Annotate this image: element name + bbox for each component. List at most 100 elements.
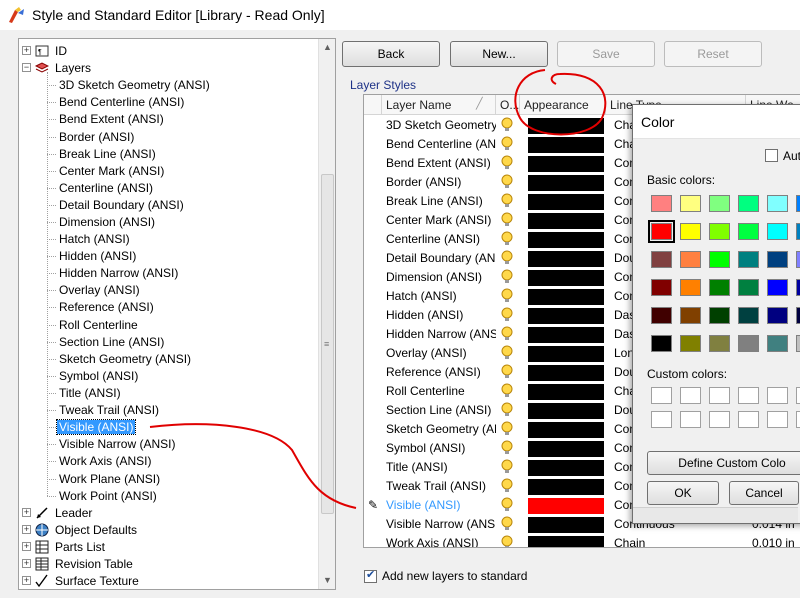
basic-color-swatch[interactable] — [796, 335, 800, 352]
appearance-swatch[interactable] — [528, 536, 604, 547]
lightbulb-icon[interactable] — [500, 231, 514, 247]
table-row[interactable]: Work Axis (ANSI) Chain 0.010 in — [364, 534, 800, 547]
cancel-button[interactable]: Cancel — [729, 481, 799, 505]
lightbulb-icon[interactable] — [500, 307, 514, 323]
appearance-swatch[interactable] — [528, 137, 604, 153]
line-type-cell[interactable]: Chain — [614, 534, 744, 547]
lightbulb-icon[interactable] — [500, 516, 514, 532]
appearance-swatch[interactable] — [528, 517, 604, 533]
basic-color-swatch[interactable] — [767, 195, 788, 212]
appearance-swatch[interactable] — [528, 289, 604, 305]
basic-color-swatch[interactable] — [709, 335, 730, 352]
tree-item-layer[interactable]: Hidden (ANSI) — [57, 247, 138, 264]
collapse-icon[interactable]: − — [22, 63, 31, 72]
basic-color-swatch[interactable] — [680, 307, 701, 324]
basic-color-swatch[interactable] — [680, 195, 701, 212]
custom-color-swatch[interactable] — [680, 411, 701, 428]
tree-item-layer[interactable]: Centerline (ANSI) — [57, 179, 155, 196]
lightbulb-icon[interactable] — [500, 212, 514, 228]
appearance-swatch[interactable] — [528, 175, 604, 191]
expand-icon[interactable]: + — [22, 46, 31, 55]
tree-item-layer[interactable]: Hatch (ANSI) — [57, 230, 132, 247]
save-button[interactable]: Save — [557, 41, 655, 67]
lightbulb-icon[interactable] — [500, 288, 514, 304]
basic-color-swatch[interactable] — [767, 335, 788, 352]
lightbulb-icon[interactable] — [500, 174, 514, 190]
basic-color-swatch[interactable] — [651, 307, 672, 324]
basic-color-swatch[interactable] — [709, 223, 730, 240]
appearance-swatch[interactable] — [528, 346, 604, 362]
lightbulb-icon[interactable] — [500, 402, 514, 418]
expand-icon[interactable]: + — [22, 508, 31, 517]
tree-item-layer[interactable]: Bend Centerline (ANSI) — [57, 93, 186, 110]
basic-color-swatch[interactable] — [796, 307, 800, 324]
custom-color-swatch[interactable] — [767, 411, 788, 428]
tree-node-revision-table[interactable]: + Revision Table — [22, 555, 135, 572]
basic-color-swatch[interactable] — [767, 279, 788, 296]
basic-color-swatch[interactable] — [738, 223, 759, 240]
basic-color-swatch[interactable] — [738, 307, 759, 324]
basic-color-swatch[interactable] — [738, 335, 759, 352]
appearance-swatch[interactable] — [528, 194, 604, 210]
custom-color-swatch[interactable] — [651, 411, 672, 428]
tree-item-layer[interactable]: Section Line (ANSI) — [57, 333, 166, 350]
lightbulb-icon[interactable] — [500, 459, 514, 475]
tree-item-layer[interactable]: Bend Extent (ANSI) — [57, 110, 166, 127]
tree-item-layer[interactable]: Work Axis (ANSI) — [57, 452, 153, 469]
custom-color-swatch[interactable] — [796, 411, 800, 428]
tree-item-layer[interactable]: Work Point (ANSI) — [57, 487, 159, 504]
new-button[interactable]: New... — [450, 41, 548, 67]
lightbulb-icon[interactable] — [500, 155, 514, 171]
lightbulb-icon[interactable] — [500, 478, 514, 494]
appearance-swatch[interactable] — [528, 213, 604, 229]
tree-node-parts-list[interactable]: + Parts List — [22, 538, 107, 555]
lightbulb-icon[interactable] — [500, 250, 514, 266]
appearance-swatch[interactable] — [528, 156, 604, 172]
custom-color-swatch[interactable] — [738, 387, 759, 404]
custom-color-swatch[interactable] — [709, 411, 730, 428]
basic-color-swatch[interactable] — [767, 223, 788, 240]
tree-item-layer[interactable]: Visible Narrow (ANSI) — [57, 435, 177, 452]
tree-node-id[interactable]: + ¶ ID — [22, 42, 69, 59]
appearance-swatch[interactable] — [528, 422, 604, 438]
scroll-down-icon[interactable]: ▼ — [319, 572, 335, 589]
tree-node-surface-texture[interactable]: + Surface Texture — [22, 572, 141, 589]
lightbulb-icon[interactable] — [500, 193, 514, 209]
custom-color-swatch[interactable] — [651, 387, 672, 404]
basic-color-swatch[interactable] — [709, 195, 730, 212]
tree-scrollbar[interactable]: ▲ ≡ ▼ — [318, 39, 335, 589]
tree-node-layers[interactable]: − Layers — [22, 59, 93, 76]
tree-item-layer[interactable]: Roll Centerline — [57, 316, 140, 333]
expand-icon[interactable]: + — [22, 559, 31, 568]
lightbulb-icon[interactable] — [500, 117, 514, 133]
basic-color-swatch[interactable] — [738, 251, 759, 268]
tree-item-layer[interactable]: Sketch Geometry (ANSI) — [57, 350, 193, 367]
basic-color-swatch[interactable] — [738, 195, 759, 212]
tree-item-layer[interactable]: Border (ANSI) — [57, 128, 136, 145]
expand-icon[interactable]: + — [22, 542, 31, 551]
tree-node-object-defaults[interactable]: + Object Defaults — [22, 521, 139, 538]
appearance-swatch[interactable] — [528, 308, 604, 324]
custom-color-swatch[interactable] — [738, 411, 759, 428]
basic-color-swatch[interactable] — [651, 195, 672, 212]
custom-color-swatch[interactable] — [680, 387, 701, 404]
lightbulb-icon[interactable] — [500, 440, 514, 456]
basic-color-swatch[interactable] — [709, 279, 730, 296]
expand-icon[interactable]: + — [22, 576, 31, 585]
lightbulb-icon[interactable] — [500, 421, 514, 437]
tree-item-layer[interactable]: Dimension (ANSI) — [57, 213, 157, 230]
expand-icon[interactable]: + — [22, 525, 31, 534]
reset-button[interactable]: Reset — [664, 41, 762, 67]
auto-checkbox[interactable] — [765, 149, 778, 162]
appearance-swatch[interactable] — [528, 441, 604, 457]
tree-item-layer[interactable]: Title (ANSI) — [57, 384, 123, 401]
custom-color-swatch[interactable] — [709, 387, 730, 404]
basic-color-swatch[interactable] — [651, 279, 672, 296]
basic-color-swatch[interactable] — [767, 251, 788, 268]
lightbulb-icon[interactable] — [500, 269, 514, 285]
custom-color-swatch[interactable] — [796, 387, 800, 404]
lightbulb-icon[interactable] — [500, 136, 514, 152]
basic-color-swatch[interactable] — [680, 223, 701, 240]
tree-item-layer[interactable]: Work Plane (ANSI) — [57, 470, 162, 487]
basic-color-swatch[interactable] — [767, 307, 788, 324]
